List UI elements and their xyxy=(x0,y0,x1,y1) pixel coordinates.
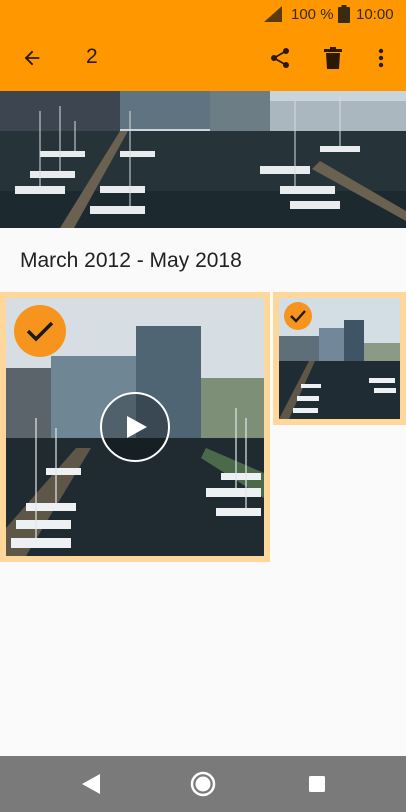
more-options-button[interactable] xyxy=(365,42,397,74)
delete-icon xyxy=(324,47,342,69)
nav-home-button[interactable] xyxy=(189,770,217,798)
selected-count: 2 xyxy=(86,45,98,68)
checkmark-icon-small xyxy=(290,309,306,323)
app-bar: 2 xyxy=(0,28,406,91)
selected-checkmark-badge-small[interactable] xyxy=(284,302,312,330)
more-vert-icon xyxy=(378,48,384,68)
back-button[interactable] xyxy=(16,42,48,74)
share-button[interactable] xyxy=(264,42,296,74)
nav-recents-button[interactable] xyxy=(303,770,331,798)
signal-icon xyxy=(264,6,282,22)
navigation-bar xyxy=(0,756,406,812)
date-range-heading: March 2012 - May 2018 xyxy=(20,249,242,272)
checkmark-icon xyxy=(26,321,54,342)
play-icon xyxy=(127,416,147,438)
delete-button[interactable] xyxy=(317,42,349,74)
selected-checkmark-badge[interactable] xyxy=(14,305,66,357)
nav-recents-icon xyxy=(309,776,325,792)
share-icon xyxy=(271,48,289,68)
nav-back-button[interactable] xyxy=(77,770,105,798)
harbour-photo xyxy=(0,91,406,228)
status-bar: 100 % 10:00 xyxy=(0,0,406,28)
nav-home-icon xyxy=(190,771,216,797)
top-bar: 100 % 10:00 2 xyxy=(0,0,406,91)
nav-back-icon xyxy=(82,774,100,794)
battery-icon xyxy=(338,5,350,23)
photo-strip[interactable] xyxy=(0,91,406,228)
back-arrow-icon xyxy=(24,50,40,66)
battery-percentage: 100 % xyxy=(291,6,334,23)
play-button[interactable] xyxy=(100,392,170,462)
clock: 10:00 xyxy=(356,6,394,23)
